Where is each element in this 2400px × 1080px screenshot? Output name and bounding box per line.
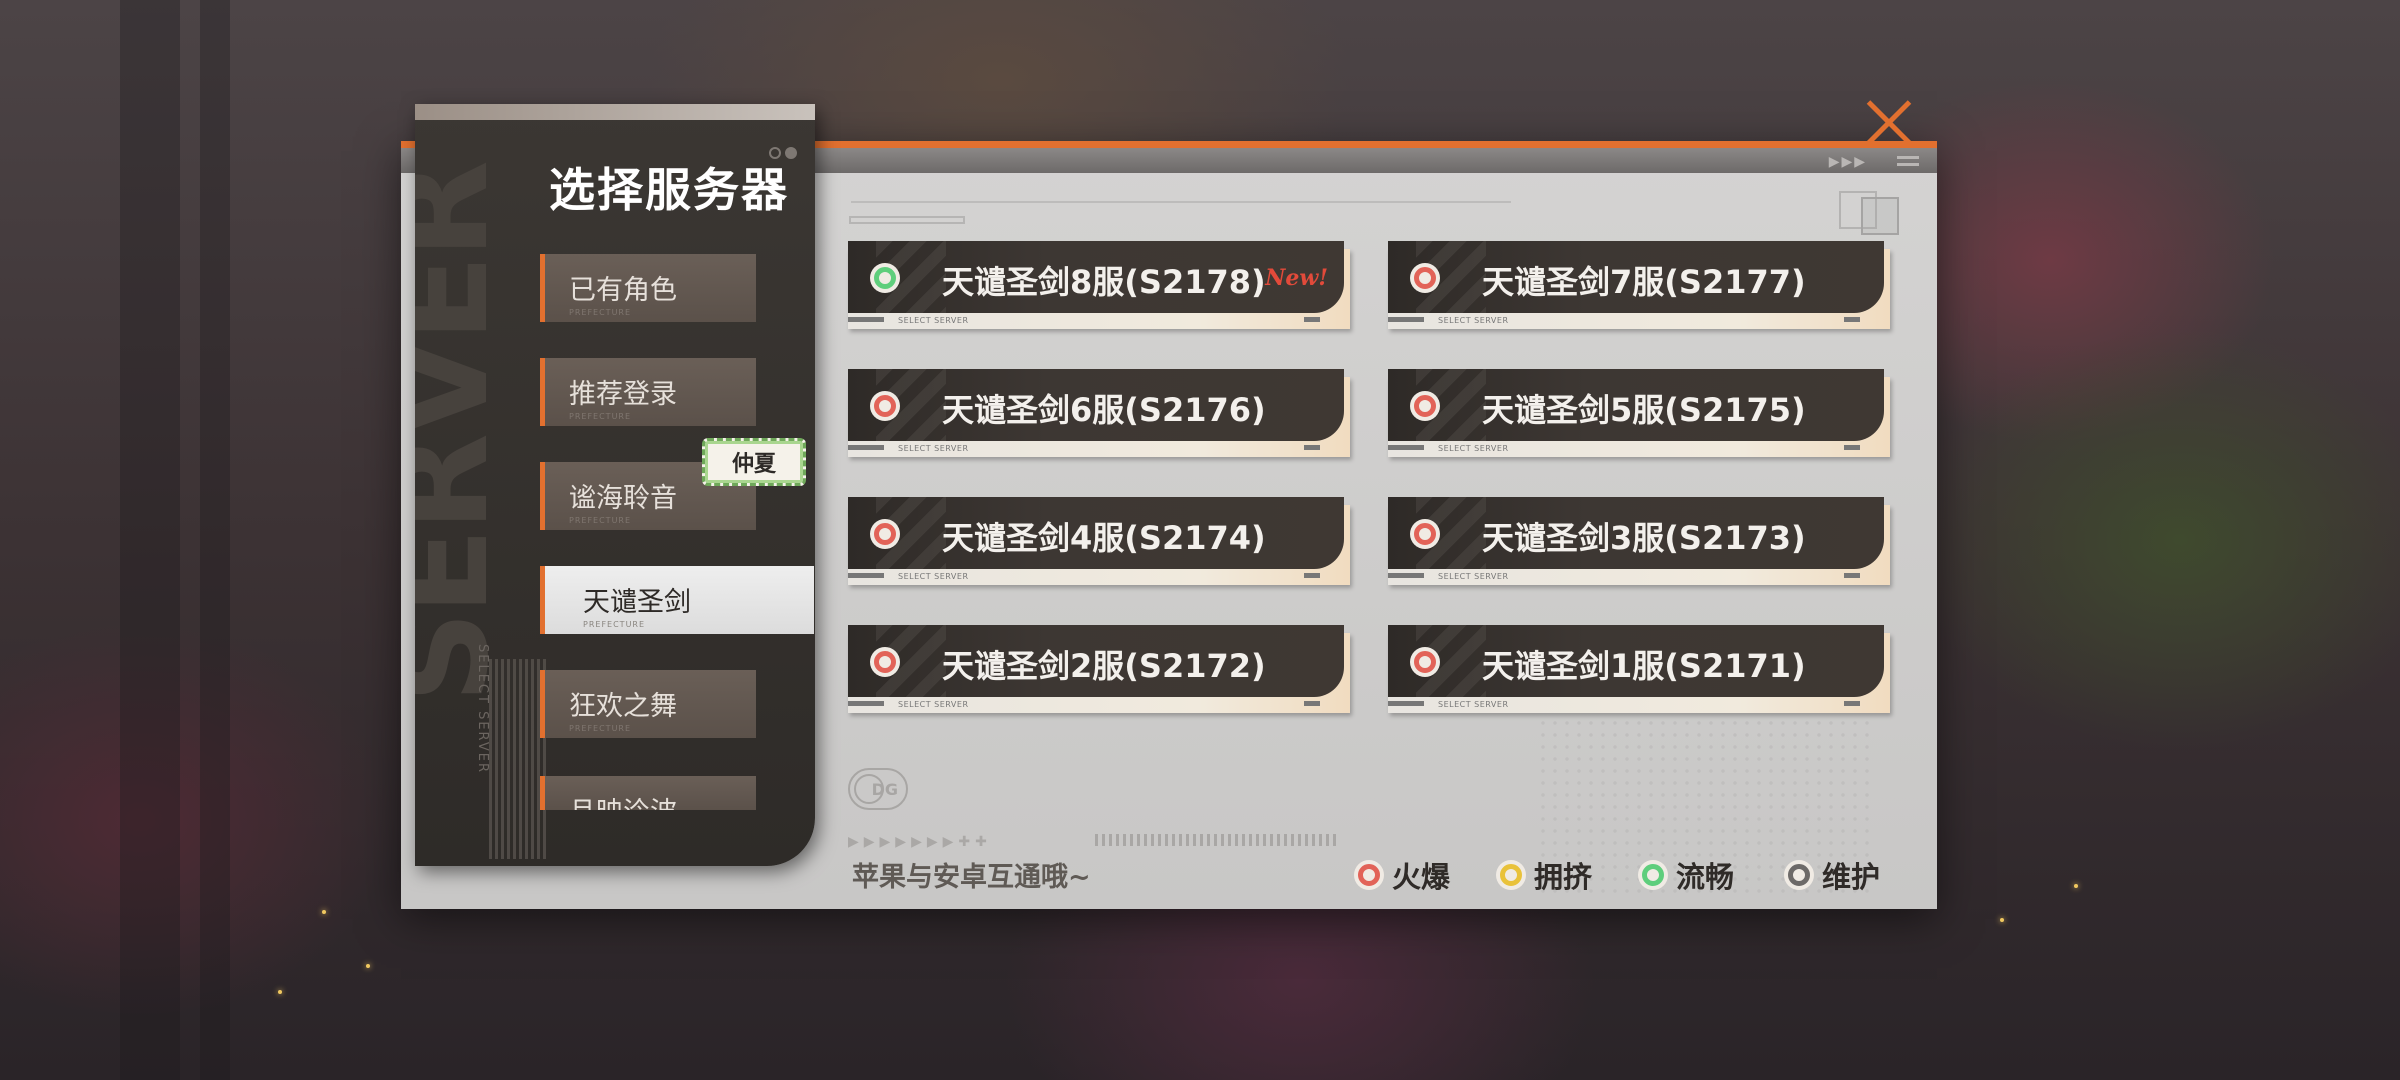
status-smooth-icon [870, 263, 900, 293]
category-label: 推荐登录 [569, 379, 677, 410]
category-sub: PREFECTURE [583, 620, 646, 629]
server-name: 天谴圣剑4服(S2174) [942, 519, 1266, 557]
legend-hot: 火爆 [1354, 854, 1450, 896]
triple-arrow-icon: ▶▶▶ [1828, 154, 1867, 170]
server-item-s2172[interactable]: SELECT SERVER 天谴圣剑2服(S2172) [848, 625, 1350, 713]
status-maintenance-icon [1784, 860, 1814, 890]
decorative-line [851, 201, 1511, 203]
menu-lines-icon [1897, 156, 1919, 166]
category-item-kuanghuan[interactable]: 狂欢之舞 PREFECTURE [540, 670, 756, 738]
background-stripe [200, 0, 230, 1080]
status-hot-icon [870, 647, 900, 677]
cross-platform-note: 苹果与安卓互通哦~ [852, 862, 1091, 893]
category-label: 天谴圣剑 [583, 587, 691, 618]
server-name: 天谴圣剑2服(S2172) [942, 647, 1266, 685]
decorative-ticks [1095, 834, 1340, 846]
background-spark [278, 990, 282, 994]
legend-smooth: 流畅 [1638, 854, 1734, 896]
new-badge: New! [1265, 265, 1328, 291]
legend-crowded: 拥挤 [1496, 854, 1592, 896]
status-hot-icon [1410, 263, 1440, 293]
server-name: 天谴圣剑8服(S2178) [942, 263, 1266, 301]
season-badge: 仲夏 [702, 438, 806, 486]
decorative-box [1861, 197, 1899, 235]
status-crowded-icon [1496, 860, 1526, 890]
category-item-tianqian[interactable]: 天谴圣剑 PREFECTURE [540, 566, 814, 634]
status-hot-icon [1354, 860, 1384, 890]
server-item-s2174[interactable]: SELECT SERVER 天谴圣剑4服(S2174) [848, 497, 1350, 585]
background-spark [322, 910, 326, 914]
status-hot-icon [1410, 391, 1440, 421]
server-name: 天谴圣剑1服(S2171) [1482, 647, 1806, 685]
sidebar-watermark: SERVER [415, 164, 517, 704]
status-hot-icon [1410, 519, 1440, 549]
decorative-triangles: ▶▶▶▶▶▶▶✚✚ [848, 834, 992, 850]
server-item-s2171[interactable]: SELECT SERVER 天谴圣剑1服(S2171) [1388, 625, 1890, 713]
sidebar-top-strip [415, 104, 815, 120]
server-item-s2176[interactable]: SELECT SERVER 天谴圣剑6服(S2176) [848, 369, 1350, 457]
category-sub: PREFECTURE [569, 516, 632, 525]
background-stripe [120, 0, 180, 1080]
category-item-qieying[interactable]: 且映泠波 [540, 776, 756, 810]
server-name: 天谴圣剑7服(S2177) [1482, 263, 1806, 301]
status-hot-icon [870, 391, 900, 421]
server-name: 天谴圣剑3服(S2173) [1482, 519, 1806, 557]
background-spark [2074, 884, 2078, 888]
category-item-existing-roles[interactable]: 已有角色 PREFECTURE [540, 254, 756, 322]
globe-icon [854, 774, 884, 804]
legend-label: 维护 [1822, 860, 1881, 894]
status-hot-icon [1410, 647, 1440, 677]
close-button[interactable] [1862, 96, 1916, 150]
status-smooth-icon [1638, 860, 1668, 890]
decorative-frame [849, 216, 965, 224]
legend-label: 火爆 [1392, 860, 1451, 894]
page-title: 选择服务器 [549, 163, 789, 217]
legend-maintenance: 维护 [1784, 854, 1880, 896]
dg-logo: DG [848, 768, 908, 810]
background-spark [2000, 918, 2004, 922]
server-item-s2173[interactable]: SELECT SERVER 天谴圣剑3服(S2173) [1388, 497, 1890, 585]
category-sub: PREFECTURE [569, 724, 632, 733]
status-hot-icon [870, 519, 900, 549]
category-label: 且映泠波 [569, 790, 756, 810]
server-name: 天谴圣剑5服(S2175) [1482, 391, 1806, 429]
category-label: 狂欢之舞 [569, 691, 677, 722]
server-item-s2178[interactable]: SELECT SERVER 天谴圣剑8服(S2178) New! [848, 241, 1350, 329]
category-item-recommended[interactable]: 推荐登录 PREFECTURE [540, 358, 756, 426]
background-spark [366, 964, 370, 968]
server-item-s2177[interactable]: SELECT SERVER 天谴圣剑7服(S2177) [1388, 241, 1890, 329]
category-label: 已有角色 [569, 275, 677, 306]
category-sub: PREFECTURE [569, 412, 632, 421]
server-item-s2175[interactable]: SELECT SERVER 天谴圣剑5服(S2175) [1388, 369, 1890, 457]
legend-label: 流畅 [1676, 860, 1735, 894]
sidebar-sub-label: SELECT SERVER [475, 644, 490, 774]
category-sub: PREFECTURE [569, 308, 632, 317]
legend-label: 拥挤 [1534, 860, 1593, 894]
server-name: 天谴圣剑6服(S2176) [942, 391, 1266, 429]
